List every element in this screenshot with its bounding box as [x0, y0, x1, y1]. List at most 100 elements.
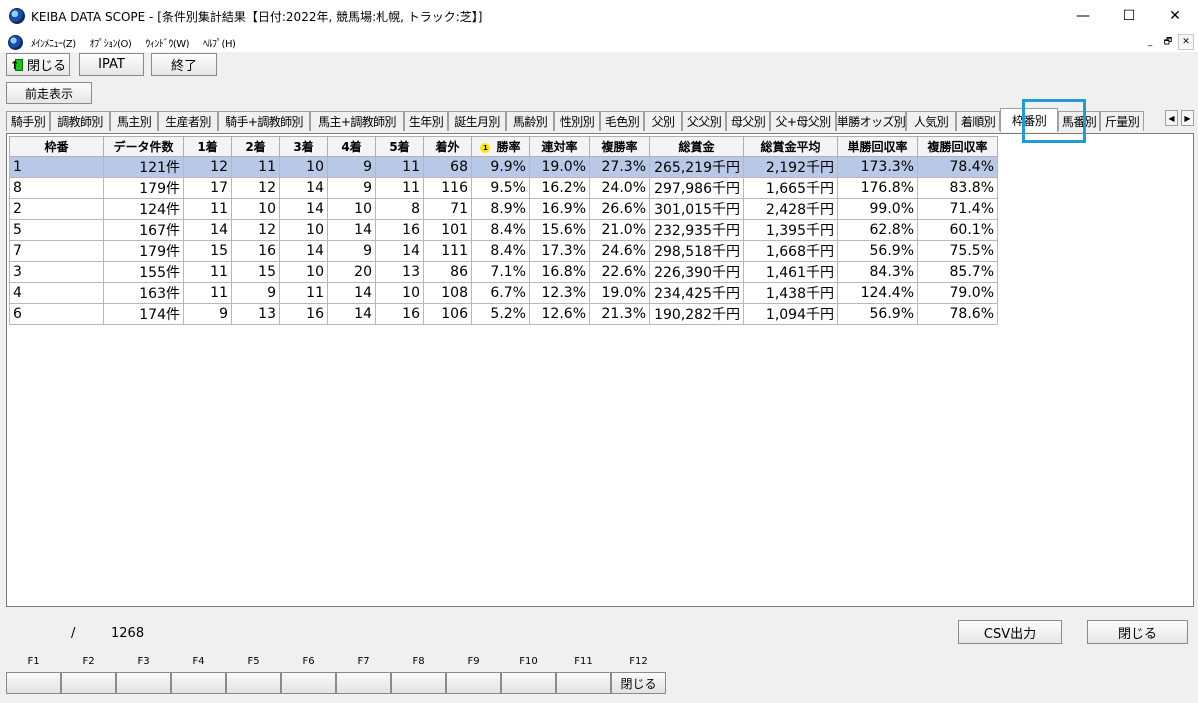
fkey-button-12[interactable]: 閉じる	[611, 672, 666, 694]
table-row[interactable]: 7 179件 15 16 14 9 14 111 8.4% 17.3% 24.6% 298,518千円…	[9, 240, 998, 262]
table-row[interactable]: 5 167件 14 12 10 14 16 101 8.4% 15.6% 21.0% 232,935千…	[9, 219, 998, 241]
fkey-button-10[interactable]	[501, 672, 556, 694]
table-row[interactable]: 8 179件 17 12 14 9 11 116 9.5% 16.2% 24.0% 297,986千円…	[9, 177, 998, 199]
tab-3[interactable]: 馬主別	[110, 111, 158, 131]
fkey-button-1[interactable]	[6, 672, 61, 694]
maximize-button[interactable]: ☐	[1106, 0, 1152, 32]
fkey-button-4[interactable]	[171, 672, 226, 694]
table-cell: 15.6%	[529, 219, 590, 241]
tab-18[interactable]: 着順別	[956, 111, 1000, 131]
column-header[interactable]: 4着	[327, 136, 376, 157]
column-header-label: 5着	[389, 140, 410, 154]
table-cell: 11	[375, 177, 424, 199]
bottom-close-button[interactable]: 閉じる	[1087, 620, 1188, 644]
tab-16[interactable]: 単勝オッズ別	[836, 111, 906, 131]
tab-14[interactable]: 母父別	[726, 111, 770, 131]
table-cell: 8.4%	[471, 219, 530, 241]
fkey-label-6: F6	[302, 656, 315, 667]
table-cell: 16	[279, 303, 328, 325]
tab-10[interactable]: 性別別	[554, 111, 600, 131]
fkey-button-9[interactable]	[446, 672, 501, 694]
title-bar: KEIBA DATA SCOPE - [条件別集計結果【日付:2022年, 競馬…	[0, 0, 1198, 32]
column-header-label: 2着	[245, 140, 266, 154]
mdi-close-button[interactable]: ✕	[1178, 34, 1194, 50]
tab-scroll-left-button[interactable]: ◀	[1165, 110, 1178, 126]
column-header[interactable]: 単勝回収率	[837, 136, 918, 157]
tab-9[interactable]: 馬齢別	[506, 111, 554, 131]
exit-door-icon: ↑	[10, 58, 24, 72]
column-header[interactable]: 2着	[231, 136, 280, 157]
table-cell: 1,461千円	[743, 261, 838, 283]
csv-export-button[interactable]: CSV出力	[958, 620, 1062, 644]
table-cell: 7.1%	[471, 261, 530, 283]
table-cell: 234,425千円	[649, 282, 744, 304]
tab-2[interactable]: 調教師別	[50, 111, 110, 131]
minimize-button[interactable]: —	[1060, 0, 1106, 32]
column-header[interactable]: 総賞金平均	[743, 136, 838, 157]
column-header[interactable]: データ件数	[103, 136, 184, 157]
fkey-button-2[interactable]	[61, 672, 116, 694]
tab-13[interactable]: 父父別	[682, 111, 726, 131]
tab-1[interactable]: 騎手別	[6, 111, 50, 131]
column-header[interactable]: 着外	[423, 136, 472, 157]
table-cell: 17.3%	[529, 240, 590, 262]
close-window-button[interactable]: ✕	[1152, 0, 1198, 32]
tab-17[interactable]: 人気別	[906, 111, 956, 131]
column-header-label: 総賞金	[678, 140, 715, 154]
table-cell: 14	[279, 177, 328, 199]
tab-21[interactable]: 斤量別	[1100, 111, 1144, 131]
table-row[interactable]: 6 174件 9 13 16 14 16 106 5.2% 12.6% 21.3% 190,282千円…	[9, 303, 998, 325]
toolbar: ↑ 閉じる IPAT 終了	[0, 52, 1198, 78]
tab-5[interactable]: 騎手+調教師別	[218, 111, 310, 131]
menu-help[interactable]: ﾍﾙﾌﾟ(H)	[203, 35, 236, 50]
fkey-button-6[interactable]	[281, 672, 336, 694]
column-header[interactable]: 3着	[279, 136, 328, 157]
tab-4[interactable]: 生産者別	[158, 111, 218, 131]
ipat-button[interactable]: IPAT	[79, 53, 144, 76]
table-cell: 16	[375, 303, 424, 325]
menu-window[interactable]: ｳｨﾝﾄﾞｳ(W)	[145, 35, 189, 50]
table-row[interactable]: 3 155件 11 15 10 20 13 86 7.1% 16.8% 22.6% 226,390千円…	[9, 261, 998, 283]
tab-scroll-right-button[interactable]: ▶	[1181, 110, 1194, 126]
column-header[interactable]: 1着	[183, 136, 232, 157]
results-grid-panel[interactable]: 枠番 データ件数 1着 2着 3着 4着 5着 着外 1 勝率 連対率 複勝率 総賞金 総賞金平均 単勝回収…	[6, 133, 1194, 607]
globe-icon[interactable]	[8, 34, 23, 50]
table-cell: 1,395千円	[743, 219, 838, 241]
mdi-restore-button[interactable]: 🗗	[1160, 34, 1176, 50]
column-header[interactable]: 1 勝率	[471, 136, 530, 157]
fkey-button-8[interactable]	[391, 672, 446, 694]
tab-6[interactable]: 馬主+調教師別	[310, 111, 404, 131]
column-header[interactable]: 複勝率	[589, 136, 650, 157]
menu-options[interactable]: ｵﾌﾟｼｮﾝ(O)	[90, 35, 132, 50]
fkey-button-5[interactable]	[226, 672, 281, 694]
column-header[interactable]: 複勝回収率	[917, 136, 998, 157]
column-header[interactable]: 連対率	[529, 136, 590, 157]
tab-12[interactable]: 父別	[644, 111, 682, 131]
table-cell: 1	[9, 156, 104, 178]
table-cell: 173.3%	[837, 156, 918, 178]
close-button[interactable]: ↑ 閉じる	[6, 53, 70, 76]
fkey-button-7[interactable]	[336, 672, 391, 694]
table-cell: 19.0%	[589, 282, 650, 304]
table-cell: 116	[423, 177, 472, 199]
column-header[interactable]: 枠番	[9, 136, 104, 157]
tab-7[interactable]: 生年別	[404, 111, 448, 131]
previous-race-button[interactable]: 前走表示	[6, 82, 92, 104]
column-header[interactable]: 5着	[375, 136, 424, 157]
tab-15[interactable]: 父+母父別	[770, 111, 836, 131]
table-row[interactable]: 4 163件 11 9 11 14 10 108 6.7% 12.3% 19.0% 234,425千円…	[9, 282, 998, 304]
tab-11[interactable]: 毛色別	[600, 111, 644, 131]
table-row[interactable]: 2 124件 11 10 14 10 8 71 8.9% 16.9% 26.6% 301,015千円 2…	[9, 198, 998, 220]
fkey-button-3[interactable]	[116, 672, 171, 694]
tab-8[interactable]: 誕生月別	[448, 111, 506, 131]
table-cell: 10	[279, 156, 328, 178]
table-row[interactable]: 1 121件 12 11 10 9 11 68 9.9% 19.0% 27.3% 265,219千円 2…	[9, 156, 998, 178]
fkey-button-11[interactable]	[556, 672, 611, 694]
globe-icon[interactable]	[9, 8, 25, 24]
mdi-minimize-button[interactable]: _	[1142, 34, 1158, 50]
menu-main[interactable]: ﾒｲﾝﾒﾆｭｰ(Z)	[31, 35, 76, 50]
exit-button[interactable]: 終了	[151, 53, 217, 76]
column-header[interactable]: 総賞金	[649, 136, 744, 157]
table-cell: 12	[183, 156, 232, 178]
table-cell: 83.8%	[917, 177, 998, 199]
